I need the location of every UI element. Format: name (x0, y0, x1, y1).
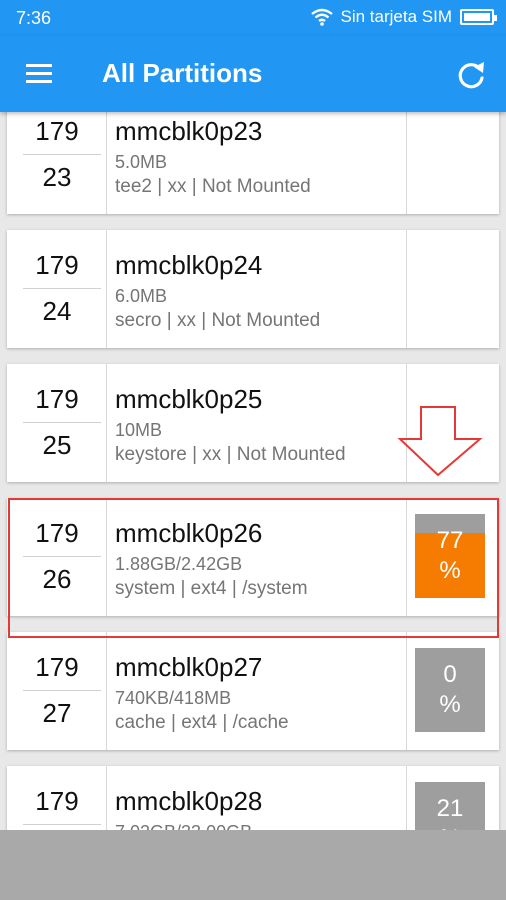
partition-name: mmcblk0p27 (115, 652, 263, 682)
major-number: 179 (35, 652, 79, 682)
major-number: 179 (35, 786, 79, 816)
major-minor-cell: 179 25 (17, 364, 107, 482)
partition-size: 7.02GB/33.00GB (115, 822, 252, 830)
highlight-box (8, 498, 499, 638)
partition-card[interactable]: 179 23 mmcblk0p23 5.0MB tee2 | xx | Not Moun… (7, 112, 499, 214)
partition-size: 740KB/418MB (115, 688, 232, 708)
partition-card[interactable]: 179 24 mmcblk0p24 6.0MB secro | xx | Not Mou… (7, 230, 499, 348)
wifi-icon (310, 8, 333, 26)
minor-number: 27 (42, 698, 72, 728)
major-minor-cell: 17928 (17, 766, 107, 830)
app-bar: All Partitions (0, 36, 506, 112)
partition-info: tee2 | xx | Not Mounted (115, 176, 311, 197)
usage-percent: 21% (436, 795, 464, 830)
minor-number: 24 (42, 296, 72, 326)
minor-number: 23 (42, 162, 72, 192)
status-time: 7:36 (16, 8, 52, 28)
major-number: 179 (35, 384, 79, 414)
partition-info: secro | xx | Not Mounted (115, 310, 321, 331)
partition-info: cache | ext4 | /cache (115, 712, 289, 733)
partition-name: mmcblk0p25 (115, 384, 263, 414)
bottom-overlay (0, 830, 506, 900)
major-number: 179 (35, 250, 79, 280)
partition-card[interactable]: 179 27 mmcblk0p27 740KB/418MB cache | ext4 |… (7, 632, 499, 750)
refresh-icon[interactable] (454, 58, 488, 97)
partition-size: 10MB (115, 420, 163, 440)
partition-name: mmcblk0p23 (115, 116, 263, 146)
partition-card[interactable]: 17928 mmcblk0p28 7.02GB/33.00GB 21% (7, 766, 499, 830)
usage-percent: 0% (439, 661, 461, 718)
usage-badge: 21% (415, 782, 485, 830)
major-minor-cell: 179 23 (17, 112, 107, 214)
partition-info: keystore | xx | Not Mounted (115, 444, 346, 465)
minor-number: 25 (42, 430, 72, 460)
partition-size: 5.0MB (115, 152, 168, 172)
menu-icon[interactable] (26, 64, 52, 84)
battery-icon (460, 9, 497, 25)
major-minor-cell: 179 27 (17, 632, 107, 750)
partition-name: mmcblk0p24 (115, 250, 263, 280)
status-right: Sin tarjeta SIM (310, 7, 497, 27)
major-number: 179 (35, 116, 79, 146)
status-bar: 7:36 Sin tarjeta SIM (0, 0, 506, 36)
carrier-label: Sin tarjeta SIM (340, 7, 453, 26)
partition-name: mmcblk0p28 (115, 786, 263, 816)
partition-size: 6.0MB (115, 286, 168, 306)
page-title: All Partitions (102, 58, 263, 88)
arrow-down-icon (396, 405, 484, 482)
usage-badge: 0% (415, 648, 485, 732)
major-minor-cell: 179 24 (17, 230, 107, 348)
